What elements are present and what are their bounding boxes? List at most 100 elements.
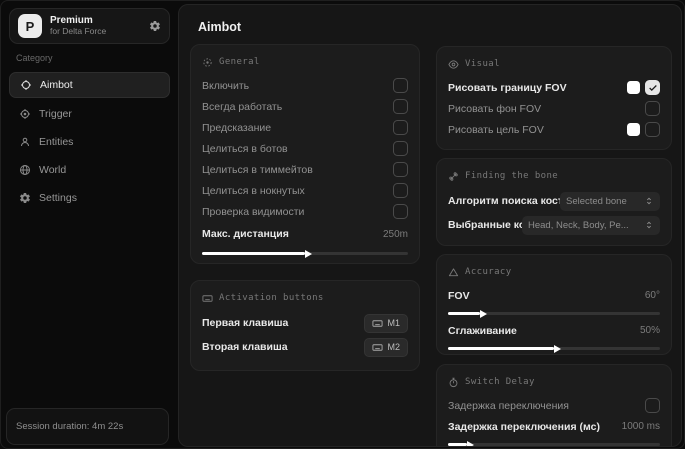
switch-delay-slider-fill xyxy=(448,440,475,446)
toggle-label: Проверка видимости xyxy=(202,205,305,218)
bone-algorithm-label: Алгоритм поиска кост xyxy=(448,195,560,207)
smoothing-slider-fill xyxy=(448,344,561,353)
draw-fov-border-label: Рисовать границу FOV xyxy=(448,81,567,94)
draw-fov-target-row: Рисовать цель FOV xyxy=(448,119,660,140)
toggle-label: Целиться в нокнутых xyxy=(202,184,305,197)
scan-crosshair-icon xyxy=(202,57,213,68)
prediction-checkbox[interactable] xyxy=(393,120,408,135)
bone-algorithm-row: Алгоритм поиска кост Selected bone xyxy=(448,189,660,213)
target-teammates-checkbox[interactable] xyxy=(393,162,408,177)
toggle-row-target-teammates: Целиться в тиммейтов xyxy=(202,159,408,180)
crosshair-icon xyxy=(20,79,32,91)
switch-delay-ms-row: Задержка переключения (мс) 1000 ms xyxy=(448,416,660,437)
app-logo: P xyxy=(18,14,42,38)
panel-visual: Visual Рисовать границу FOV Рисовать фон… xyxy=(436,46,672,150)
draw-fov-target-checkbox[interactable] xyxy=(645,122,660,137)
fov-value: 60° xyxy=(644,290,660,301)
sidebar-item-label: Trigger xyxy=(39,108,72,120)
smoothing-value: 50% xyxy=(639,325,660,336)
switch-delay-ms-value: 1000 ms xyxy=(621,421,660,432)
fov-border-color-swatch[interactable] xyxy=(627,81,640,94)
sidebar-item-entities[interactable]: Entities xyxy=(9,129,170,155)
sidebar-item-label: Entities xyxy=(39,136,74,148)
selected-bones-dropdown[interactable]: Head, Neck, Body, Pe... xyxy=(522,215,660,235)
main-content: Aimbot General Включить Всегда работать … xyxy=(178,4,682,447)
session-duration-text: Session duration: 4m 22s xyxy=(16,421,124,432)
sidebar-item-label: Aimbot xyxy=(40,79,73,91)
toggle-row-prediction: Предсказание xyxy=(202,117,408,138)
bone-algorithm-dropdown[interactable]: Selected bone xyxy=(560,191,660,211)
sidebar-item-settings[interactable]: Settings xyxy=(9,185,170,211)
enable-checkbox[interactable] xyxy=(393,78,408,93)
panel-activation-title: Activation buttons xyxy=(219,293,324,303)
second-key-row: Вторая клавиша M2 xyxy=(202,335,408,359)
panel-general: General Включить Всегда работать Предска… xyxy=(190,44,420,264)
fov-row: FOV 60° xyxy=(448,285,660,306)
gear-icon[interactable] xyxy=(149,20,161,32)
second-key-label: Вторая клавиша xyxy=(202,341,288,353)
bone-algorithm-value: Selected bone xyxy=(566,195,627,207)
panel-general-title: General xyxy=(219,57,260,67)
toggle-label: Включить xyxy=(202,79,250,92)
panel-accuracy: Accuracy FOV 60° Сглаживание 50% xyxy=(436,254,672,355)
page-title: Aimbot xyxy=(198,20,242,34)
smoothing-slider[interactable] xyxy=(448,344,660,353)
always-work-checkbox[interactable] xyxy=(393,99,408,114)
sidebar-item-label: World xyxy=(39,164,67,176)
toggle-row-target-knocked: Целиться в нокнутых xyxy=(202,180,408,201)
draw-fov-background-label: Рисовать фон FOV xyxy=(448,102,542,115)
toggle-row-enable: Включить xyxy=(202,75,408,96)
draw-fov-background-row: Рисовать фон FOV xyxy=(448,98,660,119)
second-key-value: M2 xyxy=(387,342,400,352)
fov-slider-fill xyxy=(448,309,487,318)
triangle-icon xyxy=(448,267,459,278)
draw-fov-background-checkbox[interactable] xyxy=(645,101,660,116)
toggle-row-visibility-check: Проверка видимости xyxy=(202,201,408,222)
keyboard-icon xyxy=(202,293,213,304)
draw-fov-target-label: Рисовать цель FOV xyxy=(448,123,544,136)
target-bots-checkbox[interactable] xyxy=(393,141,408,156)
fov-target-color-swatch[interactable] xyxy=(627,123,640,136)
panel-switch-delay: Switch Delay Задержка переключения Задер… xyxy=(436,364,672,446)
sidebar-item-world[interactable]: World xyxy=(9,157,170,183)
first-key-button[interactable]: M1 xyxy=(364,313,408,333)
max-distance-slider[interactable] xyxy=(202,249,408,258)
max-distance-slider-fill xyxy=(202,249,312,258)
max-distance-label: Макс. дистанция xyxy=(202,228,289,240)
globe-icon xyxy=(19,164,31,176)
stopwatch-icon xyxy=(448,377,459,388)
bone-icon xyxy=(448,171,459,182)
fov-label: FOV xyxy=(448,289,470,302)
target-knocked-checkbox[interactable] xyxy=(393,183,408,198)
sidebar-item-aimbot[interactable]: Aimbot xyxy=(9,72,170,98)
unfold-icon xyxy=(644,220,654,230)
draw-fov-border-checkbox[interactable] xyxy=(645,80,660,95)
selected-bones-value: Head, Neck, Body, Pe... xyxy=(528,219,629,231)
selected-bones-label: Выбранные кос xyxy=(448,219,522,231)
switch-delay-ms-label: Задержка переключения (мс) xyxy=(448,420,600,433)
eye-icon xyxy=(448,59,459,70)
app-window: P Premium for Delta Force Category Aimbo… xyxy=(0,0,685,449)
max-distance-row: Макс. дистанция 250m xyxy=(202,222,408,246)
key-icon xyxy=(372,318,384,329)
toggle-row-target-bots: Целиться в ботов xyxy=(202,138,408,159)
toggle-label: Предсказание xyxy=(202,121,272,134)
unfold-icon xyxy=(644,196,654,206)
premium-header: P Premium for Delta Force xyxy=(9,8,170,44)
visibility-check-checkbox[interactable] xyxy=(393,204,408,219)
switch-delay-toggle-label: Задержка переключения xyxy=(448,399,569,412)
switch-delay-slider[interactable] xyxy=(448,440,660,446)
toggle-label: Всегда работать xyxy=(202,100,283,113)
switch-delay-checkbox[interactable] xyxy=(645,398,660,413)
panel-accuracy-title: Accuracy xyxy=(465,267,512,277)
toggle-label: Целиться в тиммейтов xyxy=(202,163,313,176)
second-key-button[interactable]: M2 xyxy=(364,337,408,357)
fov-slider[interactable] xyxy=(448,309,660,318)
selected-bones-row: Выбранные кос Head, Neck, Body, Pe... xyxy=(448,213,660,237)
sidebar-item-trigger[interactable]: Trigger xyxy=(9,101,170,127)
max-distance-value: 250m xyxy=(382,228,408,240)
session-duration-badge: Session duration: 4m 22s xyxy=(6,408,169,445)
panel-visual-title: Visual xyxy=(465,59,500,69)
smoothing-row: Сглаживание 50% xyxy=(448,320,660,341)
toggle-row-always-work: Всегда работать xyxy=(202,96,408,117)
